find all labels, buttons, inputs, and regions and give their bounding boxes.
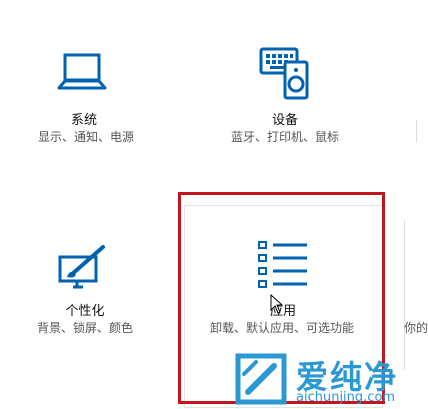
laptop-icon bbox=[57, 53, 107, 90]
system-title: 系统 bbox=[70, 113, 97, 128]
devices-subtitle: 蓝牙、打印机、鼠标 bbox=[230, 130, 339, 144]
personalization-title: 个性化 bbox=[65, 304, 105, 319]
watermark-logo-icon bbox=[235, 353, 287, 405]
watermark-url: aichunjing.com bbox=[296, 390, 396, 405]
devices-title: 设备 bbox=[271, 113, 298, 128]
paintbrush-monitor-icon bbox=[58, 245, 105, 289]
right-divider-bottom bbox=[404, 220, 405, 370]
right-divider-top bbox=[416, 120, 417, 142]
system-subtitle: 显示、通知、电源 bbox=[37, 130, 134, 144]
partial-tile-subtitle: 你的 bbox=[404, 321, 428, 335]
apps-list-icon bbox=[258, 241, 307, 288]
personalization-subtitle: 背景、锁屏、颜色 bbox=[36, 321, 133, 335]
watermark: 爱纯净 aichunjing.com bbox=[230, 350, 428, 409]
mouse-cursor bbox=[270, 294, 284, 314]
apps-subtitle: 卸载、默认应用、可选功能 bbox=[209, 321, 354, 335]
devices-icon bbox=[259, 47, 309, 100]
